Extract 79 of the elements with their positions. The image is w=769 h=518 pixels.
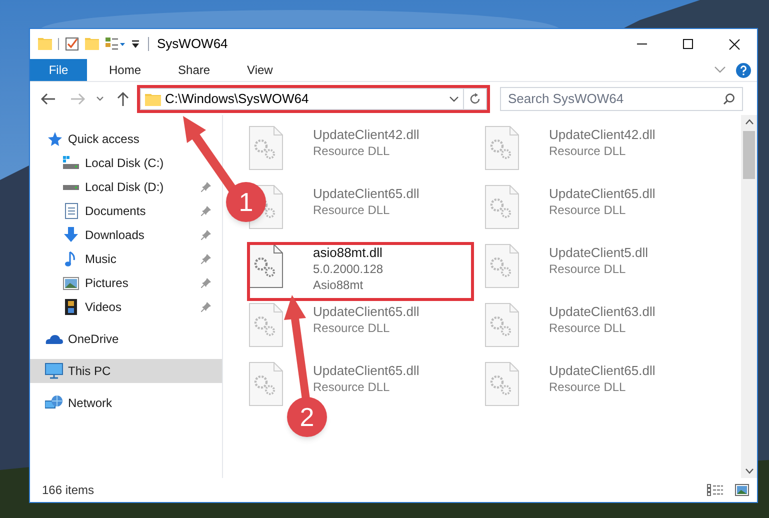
- scroll-thumb[interactable]: [743, 131, 755, 179]
- scroll-down-icon[interactable]: [744, 468, 754, 474]
- picture-icon: [63, 276, 79, 290]
- view-options-icon[interactable]: [105, 37, 125, 51]
- file-name[interactable]: UpdateClient65.dll: [549, 186, 656, 202]
- ribbon-tab[interactable]: View: [237, 59, 283, 81]
- cloud-icon: [45, 333, 63, 345]
- sidebar-item[interactable]: Videos: [30, 295, 222, 319]
- search-icon[interactable]: [723, 92, 735, 104]
- scrollbar[interactable]: [741, 115, 757, 478]
- file-name[interactable]: UpdateClient42.dll: [549, 127, 656, 143]
- file-name[interactable]: UpdateClient42.dll: [313, 127, 420, 143]
- ribbon-tab[interactable]: Share: [168, 59, 220, 81]
- pin-icon[interactable]: [201, 230, 211, 240]
- close-icon[interactable]: [728, 38, 740, 50]
- file-detail: Resource DLL: [549, 379, 627, 395]
- download-icon: [63, 227, 79, 243]
- file-name[interactable]: UpdateClient65.dll: [313, 363, 420, 379]
- sidebar-item[interactable]: Network: [30, 391, 118, 415]
- pin-icon[interactable]: [201, 182, 211, 192]
- sidebar-item[interactable]: OneDrive: [30, 327, 125, 351]
- large-icons-view-icon[interactable]: [735, 484, 749, 496]
- address-path: C:\Windows\SysWOW64: [165, 90, 309, 108]
- pin-icon[interactable]: [201, 206, 211, 216]
- file-detail: Resource DLL: [549, 143, 627, 159]
- file-detail: Resource DLL: [313, 320, 391, 336]
- help-icon[interactable]: [736, 62, 751, 78]
- pin-icon[interactable]: [201, 278, 211, 288]
- sidebar-item[interactable]: Downloads: [30, 223, 222, 247]
- scroll-up-icon[interactable]: [744, 119, 754, 125]
- globe-icon: [45, 395, 63, 411]
- sidebar-item[interactable]: This PC: [30, 359, 222, 383]
- chevron-icon[interactable]: [96, 96, 104, 102]
- sidebar-item[interactable]: Local Disk (C:): [30, 151, 170, 175]
- file-detail: 5.0.2000.128: [313, 261, 384, 277]
- sidebar-item[interactable]: Music: [30, 247, 222, 271]
- star-icon: [46, 131, 62, 147]
- file-detail: Resource DLL: [549, 320, 627, 336]
- search-field[interactable]: Search SysWOW64: [500, 86, 743, 110]
- sidebar-item[interactable]: Local Disk (D:): [30, 175, 222, 199]
- chevron-icon[interactable]: [449, 96, 459, 102]
- file-detail: Resource DLL: [549, 261, 627, 277]
- file-name[interactable]: UpdateClient5.dll: [549, 245, 648, 261]
- film-icon: [65, 299, 77, 315]
- drive-icon: [63, 183, 79, 191]
- file-detail: Resource DLL: [313, 143, 391, 159]
- sidebar-item[interactable]: Quick access: [30, 127, 146, 151]
- file-name[interactable]: UpdateClient63.dll: [549, 304, 656, 320]
- file-detail: Resource DLL: [313, 379, 391, 395]
- pin-icon[interactable]: [201, 302, 211, 312]
- up-icon[interactable]: [116, 90, 130, 106]
- file-name[interactable]: UpdateClient65.dll: [549, 363, 656, 379]
- music-note-icon: [65, 251, 77, 267]
- maximize-icon[interactable]: [683, 39, 693, 49]
- sidebar-item[interactable]: Pictures: [30, 271, 222, 295]
- drive-icon: [63, 156, 79, 170]
- customize-icon[interactable]: [131, 40, 140, 48]
- file-icon[interactable]: [249, 244, 283, 288]
- file-name[interactable]: UpdateClient65.dll: [313, 186, 420, 202]
- file-name[interactable]: UpdateClient65.dll: [313, 304, 420, 320]
- file-tab[interactable]: File: [30, 59, 87, 81]
- file-name[interactable]: asio88mt.dll: [313, 245, 384, 261]
- refresh-icon[interactable]: [469, 92, 481, 104]
- properties-icon[interactable]: [65, 37, 79, 51]
- window-title: SysWOW64: [157, 35, 228, 54]
- folder-icon: [145, 92, 161, 106]
- details-view-icon[interactable]: [707, 484, 723, 496]
- sidebar-item[interactable]: Documents: [30, 199, 222, 223]
- monitor-icon: [45, 363, 63, 379]
- pin-icon[interactable]: [201, 254, 211, 264]
- document-icon: [64, 203, 78, 219]
- ribbon-tab[interactable]: Home: [99, 59, 152, 81]
- file-detail: Asio88mt: [313, 277, 364, 293]
- folder-icon: [38, 37, 52, 51]
- address-field[interactable]: C:\Windows\SysWOW64: [140, 88, 487, 110]
- file-detail: Resource DLL: [549, 202, 627, 218]
- back-icon[interactable]: [40, 92, 56, 106]
- item-count: 166 items: [42, 482, 94, 499]
- file-detail: Resource DLL: [313, 202, 391, 218]
